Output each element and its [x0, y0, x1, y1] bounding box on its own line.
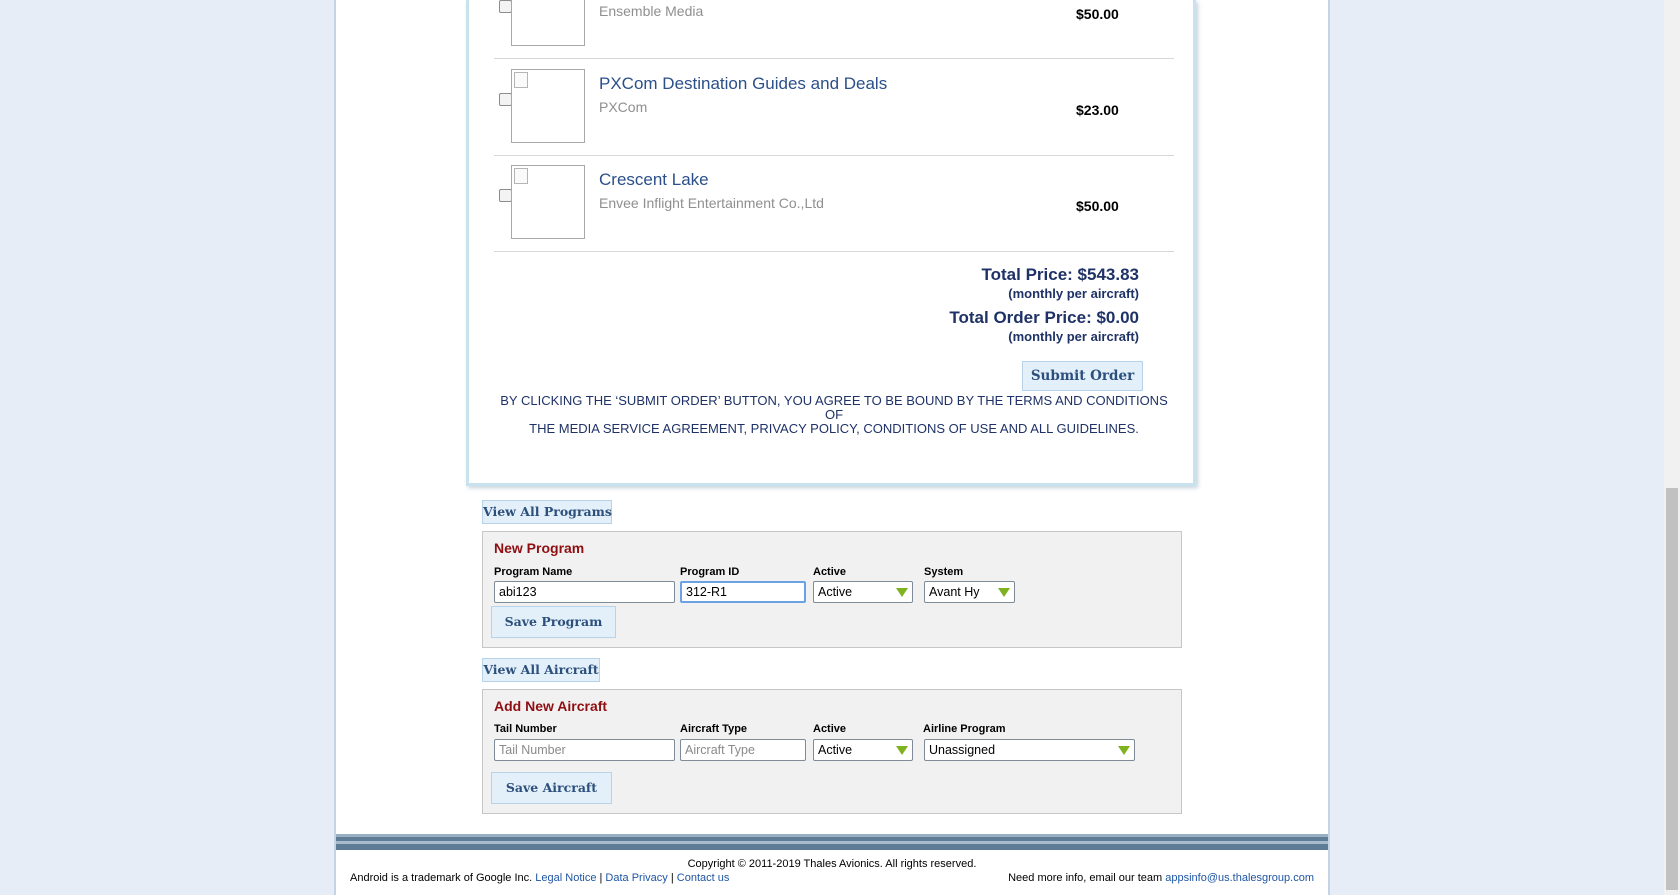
program-name-input[interactable]: [494, 581, 675, 603]
dropdown-arrow-icon: [896, 746, 908, 755]
cart-item: Ensemble Media $50.00: [494, 0, 1174, 59]
item-title[interactable]: PXCom Destination Guides and Deals: [599, 74, 887, 94]
panel-title: Add New Aircraft: [494, 698, 608, 714]
footer-contact: Need more info, email our team appsinfo@…: [1008, 872, 1314, 884]
tail-number-input[interactable]: [494, 739, 675, 761]
view-all-aircraft-button[interactable]: View All Aircraft: [482, 658, 600, 682]
contact-us-link[interactable]: Contact us: [677, 872, 730, 884]
item-thumbnail: [511, 69, 585, 143]
terms-text: BY CLICKING THE ‘SUBMIT ORDER’ BUTTON, Y…: [497, 394, 1171, 436]
program-active-select[interactable]: Active: [813, 581, 913, 603]
android-trademark-text: Android is a trademark of Google Inc.: [350, 872, 533, 884]
select-value: Active: [818, 743, 853, 757]
broken-image-icon: [514, 72, 528, 88]
program-id-input[interactable]: [680, 581, 806, 603]
aircraft-type-input[interactable]: [680, 739, 806, 761]
total-order-note: (monthly per aircraft): [1008, 329, 1139, 344]
item-vendor: Envee Inflight Entertainment Co.,Ltd: [599, 195, 824, 211]
system-label: System: [924, 566, 964, 578]
system-select[interactable]: Avant Hy: [924, 581, 1015, 603]
link-separator: |: [670, 872, 674, 884]
dropdown-arrow-icon: [998, 588, 1010, 597]
item-title[interactable]: Crescent Lake: [599, 170, 709, 190]
footer-divider: [336, 834, 1328, 850]
new-program-panel: New Program Program Name Program ID Acti…: [482, 531, 1182, 648]
save-aircraft-button[interactable]: Save Aircraft: [491, 772, 612, 804]
copyright-text: Copyright © 2011-2019 Thales Avionics. A…: [687, 858, 977, 870]
airline-program-label: Airline Program: [923, 723, 1006, 735]
program-active-label: Active: [813, 566, 847, 578]
item-price: $50.00: [1076, 198, 1119, 214]
link-separator: |: [599, 872, 603, 884]
more-info-text: Need more info, email our team: [1008, 872, 1163, 884]
total-order-price: Total Order Price: $0.00: [949, 308, 1139, 327]
item-thumbnail: [511, 165, 585, 239]
view-all-programs-button[interactable]: View All Programs: [482, 500, 612, 524]
legal-notice-link[interactable]: Legal Notice: [535, 872, 596, 884]
broken-image-icon: [514, 168, 528, 184]
select-value: Unassigned: [929, 743, 996, 757]
program-id-label: Program ID: [680, 566, 740, 578]
footer-links: Android is a trademark of Google Inc. Le…: [350, 872, 729, 884]
select-value: Avant Hy: [929, 585, 980, 599]
item-thumbnail: [511, 0, 585, 46]
panel-title: New Program: [494, 540, 585, 556]
add-aircraft-panel: Add New Aircraft Tail Number Aircraft Ty…: [482, 689, 1182, 814]
cart-panel: Ensemble Media $50.00 PXCom Destination …: [466, 0, 1196, 486]
submit-order-button[interactable]: Submit Order: [1022, 361, 1143, 391]
terms-line: THE MEDIA SERVICE AGREEMENT, PRIVACY POL…: [529, 421, 1139, 436]
airline-program-select[interactable]: Unassigned: [924, 739, 1135, 761]
footer: Copyright © 2011-2019 Thales Avionics. A…: [336, 850, 1328, 895]
item-price: $50.00: [1076, 6, 1119, 22]
aircraft-type-label: Aircraft Type: [680, 723, 748, 735]
total-price-note: (monthly per aircraft): [1008, 286, 1139, 301]
cart-item: Crescent Lake Envee Inflight Entertainme…: [494, 155, 1174, 252]
program-name-label: Program Name: [494, 566, 573, 578]
scrollbar[interactable]: [1664, 0, 1680, 895]
aircraft-active-label: Active: [813, 723, 847, 735]
item-vendor: Ensemble Media: [599, 3, 704, 19]
select-value: Active: [818, 585, 853, 599]
email-link[interactable]: appsinfo@us.thalesgroup.com: [1165, 872, 1314, 884]
item-vendor: PXCom: [599, 99, 648, 115]
dropdown-arrow-icon: [896, 588, 908, 597]
save-program-button[interactable]: Save Program: [491, 606, 616, 638]
data-privacy-link[interactable]: Data Privacy: [605, 872, 667, 884]
cart-item: PXCom Destination Guides and Deals PXCom…: [494, 59, 1174, 156]
terms-line: BY CLICKING THE ‘SUBMIT ORDER’ BUTTON, Y…: [500, 393, 1168, 422]
dropdown-arrow-icon: [1118, 746, 1130, 755]
tail-number-label: Tail Number: [494, 723, 557, 735]
item-price: $23.00: [1076, 102, 1119, 118]
total-price: Total Price: $543.83: [981, 265, 1140, 284]
scrollbar-thumb[interactable]: [1666, 488, 1678, 890]
aircraft-active-select[interactable]: Active: [813, 739, 913, 761]
